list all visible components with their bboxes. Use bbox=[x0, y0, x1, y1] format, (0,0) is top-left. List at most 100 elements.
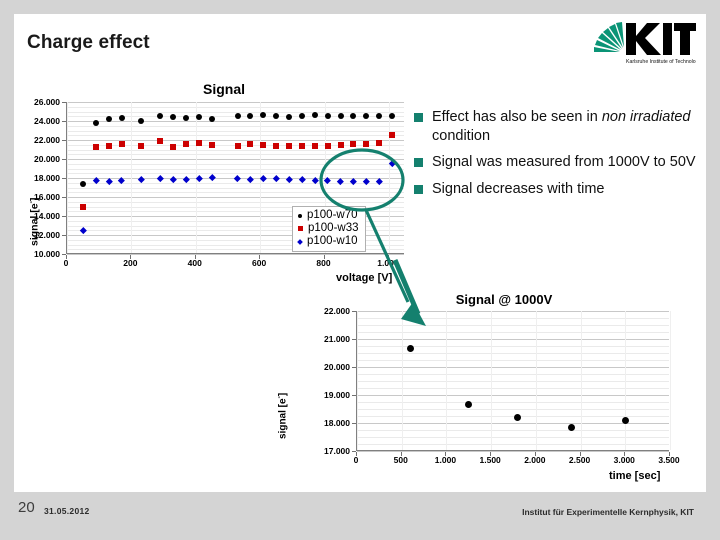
data-point bbox=[138, 118, 145, 124]
x-tick-mark bbox=[624, 452, 626, 456]
legend-marker-icon bbox=[297, 238, 303, 245]
data-point bbox=[80, 180, 87, 187]
legend-item: p100-w33 bbox=[298, 222, 359, 235]
bullet-0-suffix: condition bbox=[432, 127, 491, 144]
x-tick-mark bbox=[534, 452, 536, 456]
bullet-item: Signal was measured from 1000V to 50V bbox=[414, 153, 699, 172]
footer-institute: Institut für Experimentelle Kernphysik, … bbox=[522, 507, 694, 517]
gridline-minor bbox=[357, 388, 669, 389]
y-tick-label: 22.000 bbox=[34, 134, 60, 145]
data-point bbox=[157, 113, 164, 120]
gridline-vertical bbox=[67, 102, 68, 253]
x-tick-label: 1.500 bbox=[479, 455, 501, 465]
legend-marker-icon bbox=[298, 226, 303, 231]
x-tick-label: 200 bbox=[123, 258, 138, 268]
data-point bbox=[286, 142, 293, 149]
bullet-0-italic: non irradiated bbox=[601, 109, 691, 125]
data-point bbox=[157, 174, 164, 182]
data-point bbox=[376, 113, 383, 120]
gridline-minor bbox=[67, 106, 404, 108]
gridline-horizontal bbox=[357, 423, 669, 424]
x-tick-label: 500 bbox=[393, 455, 408, 465]
data-point bbox=[465, 401, 473, 409]
gridline-horizontal bbox=[357, 395, 669, 396]
data-point bbox=[273, 142, 280, 149]
data-point bbox=[376, 139, 383, 146]
data-point bbox=[272, 174, 280, 182]
gridline-horizontal bbox=[67, 254, 404, 255]
data-point bbox=[286, 114, 293, 121]
x-tick-mark bbox=[445, 452, 447, 456]
gridline-vertical bbox=[535, 311, 537, 450]
gridline-minor bbox=[357, 381, 669, 382]
gridline-vertical bbox=[388, 102, 390, 253]
legend-label: p100-w70 bbox=[307, 209, 358, 221]
legend-label: p100-w33 bbox=[308, 222, 359, 234]
y-tick-label: 19.000 bbox=[324, 389, 350, 400]
legend-marker-icon bbox=[298, 213, 302, 218]
gridline-minor bbox=[67, 135, 404, 137]
data-point bbox=[234, 174, 241, 182]
data-point bbox=[105, 142, 112, 149]
chart2-x-axis-label: time [sec] bbox=[609, 470, 661, 482]
x-tick-mark bbox=[387, 255, 389, 259]
data-point bbox=[138, 142, 145, 149]
y-tick-label: 20.000 bbox=[34, 153, 60, 164]
gridline-horizontal bbox=[357, 311, 669, 312]
data-point bbox=[92, 143, 99, 150]
x-tick-mark bbox=[259, 255, 261, 259]
data-point bbox=[260, 141, 267, 148]
data-point bbox=[247, 113, 254, 120]
page-number: 20 bbox=[18, 499, 35, 516]
gridline-minor bbox=[67, 187, 404, 189]
x-tick-label: 600 bbox=[252, 258, 267, 268]
y-tick-label: 21.000 bbox=[324, 333, 350, 344]
x-tick-mark bbox=[669, 452, 670, 456]
chart1-x-axis-label: voltage [V] bbox=[336, 272, 393, 284]
gridline-horizontal bbox=[67, 159, 404, 160]
gridline-minor bbox=[67, 192, 404, 194]
footer-date: 31.05.2012 bbox=[44, 506, 90, 516]
gridline-minor bbox=[357, 360, 669, 361]
gridline-minor bbox=[357, 409, 669, 410]
gridline-horizontal bbox=[357, 451, 669, 452]
data-point bbox=[118, 115, 125, 122]
chart1-legend: p100-w70 p100-w33 p100-w10 bbox=[292, 206, 366, 252]
gridline-minor bbox=[357, 318, 669, 319]
data-point bbox=[324, 113, 331, 120]
legend-item: p100-w10 bbox=[297, 235, 359, 248]
data-point bbox=[324, 142, 331, 149]
y-tick-label: 24.000 bbox=[34, 115, 60, 126]
y-tick-label: 18.000 bbox=[324, 417, 350, 428]
data-point bbox=[260, 112, 267, 119]
data-point bbox=[337, 141, 344, 148]
y-tick-label: 22.000 bbox=[324, 305, 350, 316]
gridline-minor bbox=[357, 353, 669, 354]
gridline-horizontal bbox=[67, 121, 404, 122]
x-tick-label: 1.000 bbox=[377, 258, 399, 268]
x-tick-label: 3.000 bbox=[613, 455, 635, 465]
gridline-vertical bbox=[491, 311, 493, 450]
gridline-minor bbox=[67, 149, 404, 151]
gridline-minor bbox=[357, 416, 669, 417]
gridline-minor bbox=[357, 444, 669, 445]
gridline-minor bbox=[67, 163, 404, 165]
bullet-item: Effect has also be seen in non irradiate… bbox=[414, 108, 699, 145]
data-point bbox=[389, 113, 396, 120]
gridline-horizontal bbox=[357, 367, 669, 368]
bullet-square-icon bbox=[414, 184, 423, 194]
gridline-horizontal bbox=[67, 197, 404, 198]
bullet-text-0: Effect has also be seen in non irradiate… bbox=[432, 108, 699, 145]
gridline-minor bbox=[67, 201, 404, 203]
gridline-vertical bbox=[357, 311, 358, 450]
gridline-minor bbox=[357, 402, 669, 403]
data-point bbox=[105, 116, 112, 123]
data-point bbox=[157, 137, 164, 144]
gridline-minor bbox=[357, 325, 669, 326]
gridline-horizontal bbox=[67, 102, 404, 103]
data-point bbox=[407, 345, 415, 353]
data-point bbox=[514, 413, 522, 421]
bullet-list: Effect has also be seen in non irradiate… bbox=[414, 108, 699, 206]
data-point bbox=[247, 140, 254, 147]
x-tick-label: 0 bbox=[353, 455, 359, 465]
